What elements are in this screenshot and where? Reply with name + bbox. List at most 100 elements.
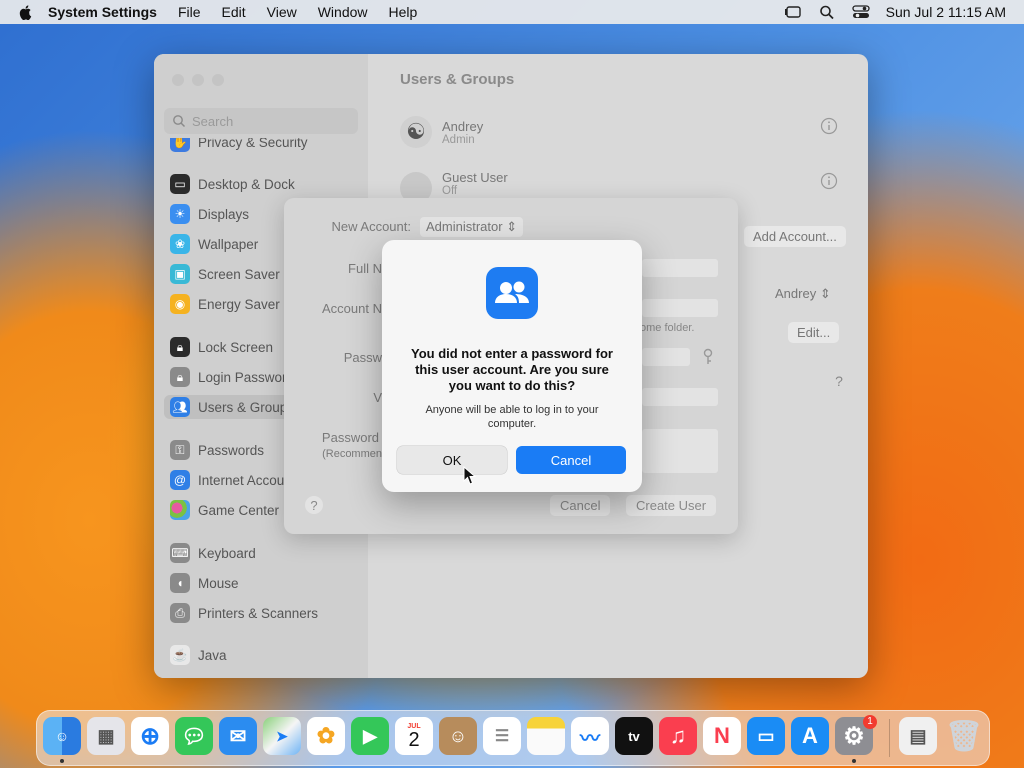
home-folder-note: ome folder. — [640, 322, 695, 334]
confirm-alert-dialog: You did not enter a password for this us… — [382, 240, 642, 492]
spotlight-search-icon[interactable] — [818, 4, 836, 20]
edit-button[interactable]: Edit... — [788, 322, 840, 343]
users-icon: 👥︎ — [170, 397, 190, 417]
sidebar-item-mouse[interactable]: ◖ Mouse — [170, 571, 239, 595]
mail-icon[interactable]: ✉ — [219, 717, 257, 755]
add-account-button[interactable]: Add Account... — [744, 226, 846, 247]
dock-icon: ▭ — [170, 174, 190, 194]
info-icon[interactable] — [820, 117, 838, 135]
cancel-button[interactable]: Cancel — [516, 446, 626, 474]
maps-icon[interactable]: ➤ — [263, 717, 301, 755]
window-controls — [172, 74, 224, 86]
hand-icon: ✋ — [170, 138, 190, 152]
user-row-guest[interactable]: Guest User Off — [400, 170, 508, 198]
chevron-up-down-icon: ⇕ — [506, 219, 518, 234]
sidebar-search[interactable]: Search — [164, 108, 358, 134]
sidebar-item-internet-accounts[interactable]: @ Internet Accounts — [170, 468, 302, 492]
menu-clock[interactable]: Sun Jul 2 11:15 AM — [886, 4, 1006, 20]
news-icon[interactable]: N — [703, 717, 741, 755]
finder-icon[interactable]: ☺ — [43, 717, 81, 755]
menu-help[interactable]: Help — [389, 4, 418, 20]
contacts-icon[interactable]: ☺ — [439, 717, 477, 755]
key-icon[interactable] — [702, 348, 714, 366]
notes-icon[interactable] — [527, 717, 565, 755]
game-center-icon — [170, 500, 190, 520]
verify-label: V — [373, 390, 382, 405]
account-name-field[interactable] — [642, 299, 718, 317]
facetime-icon[interactable]: ▶ — [351, 717, 389, 755]
create-user-button[interactable]: Create User — [626, 495, 717, 516]
sidebar-item-keyboard[interactable]: ⌨ Keyboard — [170, 541, 256, 565]
freeform-icon[interactable]: 〰 — [571, 717, 609, 755]
menu-bar: System Settings File Edit View Window He… — [0, 0, 1024, 24]
chevron-up-down-icon: ⇕ — [819, 286, 831, 301]
menu-file[interactable]: File — [178, 4, 201, 20]
full-name-field[interactable] — [642, 259, 718, 277]
minimize-window-button[interactable] — [192, 74, 204, 86]
menu-app-name[interactable]: System Settings — [48, 4, 157, 20]
new-account-label: New Account: — [331, 219, 412, 234]
close-window-button[interactable] — [172, 74, 184, 86]
sidebar-item-energy-saver[interactable]: ◉ Energy Saver — [170, 292, 280, 316]
sidebar-item-printers-scanners[interactable]: ⎙ Printers & Scanners — [170, 601, 318, 625]
users-groups-app-icon — [486, 267, 538, 319]
reminders-icon[interactable]: ☰ — [483, 717, 521, 755]
tv-icon[interactable]: tv — [615, 717, 653, 755]
preview-icon[interactable]: ▤ — [899, 717, 937, 755]
help-icon[interactable]: ? — [304, 495, 324, 515]
app-store-icon[interactable]: A — [791, 717, 829, 755]
sidebar-item-wallpaper[interactable]: ❀ Wallpaper — [170, 232, 258, 256]
java-icon: ☕ — [170, 645, 190, 665]
photos-icon[interactable]: ✿ — [307, 717, 345, 755]
alert-body: Anyone will be able to log in to your co… — [425, 404, 599, 430]
trash-icon[interactable]: 🗑︎ — [945, 717, 983, 755]
ok-button[interactable]: OK — [397, 446, 507, 474]
full-name-label: Full N — [348, 261, 382, 276]
sidebar-item-desktop-dock[interactable]: ▭ Desktop & Dock — [170, 172, 295, 196]
lock-icon: 🔒︎ — [170, 337, 190, 357]
sheet-cancel-button[interactable]: Cancel — [550, 495, 611, 516]
help-icon[interactable]: ? — [830, 372, 848, 390]
zoom-window-button[interactable] — [212, 74, 224, 86]
search-icon — [173, 115, 186, 128]
sidebar-item-displays[interactable]: ☀ Displays — [170, 202, 249, 226]
sidebar-item-game-center[interactable]: Game Center — [170, 498, 279, 522]
music-icon[interactable]: ♫ — [659, 717, 697, 755]
yin-yang-avatar-icon: ☯ — [400, 116, 432, 148]
verify-field[interactable] — [642, 388, 718, 406]
calendar-icon[interactable]: JUL 2 — [395, 717, 433, 755]
launchpad-icon[interactable]: ▦ — [87, 717, 125, 755]
bulb-icon: ◉ — [170, 294, 190, 314]
sidebar-item-passwords[interactable]: ⚿ Passwords — [170, 438, 264, 462]
sidebar-item-lock-screen[interactable]: 🔒︎ Lock Screen — [170, 335, 273, 359]
apple-logo-icon[interactable] — [18, 4, 34, 20]
account-name-label: Account N — [322, 301, 382, 316]
sidebar-item-java[interactable]: ☕ Java — [170, 643, 227, 667]
menu-window[interactable]: Window — [318, 4, 368, 20]
users-icon — [495, 281, 529, 303]
search-placeholder: Search — [192, 113, 234, 129]
menu-edit[interactable]: Edit — [222, 4, 246, 20]
svg-text:?: ? — [835, 373, 843, 389]
svg-text:?: ? — [310, 498, 317, 513]
password-field[interactable] — [642, 348, 690, 366]
auto-login-user[interactable]: Andrey ⇕ — [775, 286, 831, 302]
safari-icon[interactable]: ⊕ — [131, 717, 169, 755]
messages-icon[interactable]: 💬︎ — [175, 717, 213, 755]
password-label: Passw — [343, 350, 382, 365]
keynote-icon[interactable]: ▭ — [747, 717, 785, 755]
info-icon[interactable] — [820, 172, 838, 190]
guest-avatar-icon — [400, 172, 432, 198]
mouse-icon: ◖ — [170, 573, 190, 593]
sidebar-item-login-password[interactable]: 🔒︎ Login Password — [170, 365, 294, 389]
key-icon: ⚿ — [170, 440, 190, 460]
password-hint-field[interactable] — [642, 429, 718, 473]
menu-view[interactable]: View — [267, 4, 297, 20]
user-row-andrey[interactable]: ☯ Andrey Admin — [400, 116, 483, 148]
account-type-popup[interactable]: Administrator ⇕ — [420, 217, 524, 237]
sidebar-item-screen-saver[interactable]: ▣ Screen Saver — [170, 262, 280, 286]
screen-saver-icon: ▣ — [170, 264, 190, 284]
stage-manager-icon[interactable] — [784, 4, 802, 20]
control-center-icon[interactable] — [851, 4, 870, 20]
notification-badge: 1 — [863, 715, 877, 729]
